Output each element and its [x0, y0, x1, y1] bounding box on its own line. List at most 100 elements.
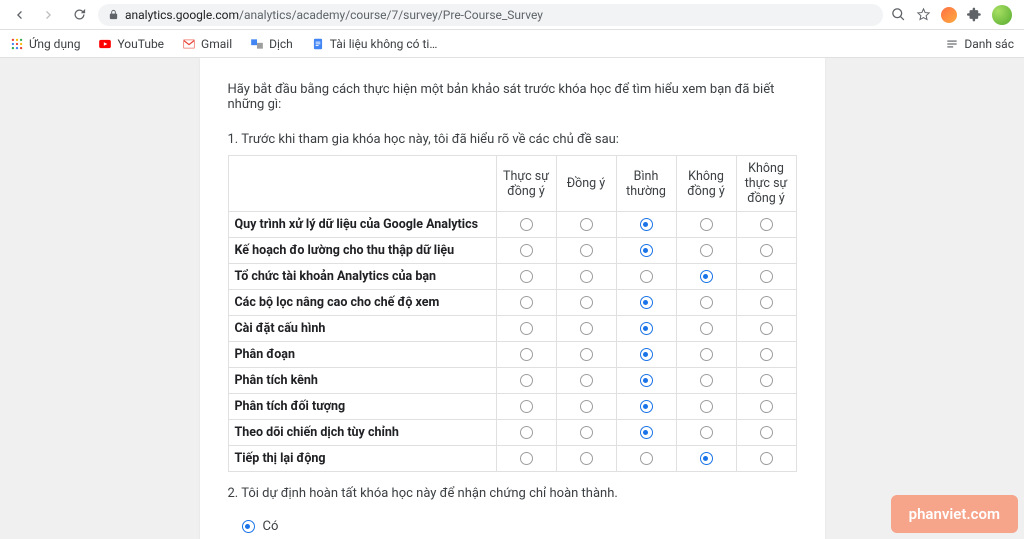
matrix-cell[interactable] — [496, 316, 556, 342]
back-button[interactable] — [8, 4, 30, 26]
matrix-cell[interactable] — [556, 368, 616, 394]
radio-option[interactable] — [760, 374, 773, 387]
radio-option[interactable] — [520, 374, 533, 387]
matrix-cell[interactable] — [496, 368, 556, 394]
matrix-cell[interactable] — [496, 420, 556, 446]
radio-option[interactable] — [700, 426, 713, 439]
matrix-cell[interactable] — [676, 264, 736, 290]
radio-option[interactable] — [700, 218, 713, 231]
radio-option[interactable] — [760, 218, 773, 231]
matrix-cell[interactable] — [556, 264, 616, 290]
matrix-cell[interactable] — [496, 290, 556, 316]
matrix-cell[interactable] — [556, 394, 616, 420]
matrix-cell[interactable] — [616, 264, 676, 290]
matrix-cell[interactable] — [556, 238, 616, 264]
matrix-cell[interactable] — [736, 212, 796, 238]
radio-option[interactable] — [520, 244, 533, 257]
radio-option[interactable] — [520, 296, 533, 309]
matrix-cell[interactable] — [676, 368, 736, 394]
radio-option[interactable] — [580, 426, 593, 439]
matrix-cell[interactable] — [736, 420, 796, 446]
radio-option[interactable] — [520, 452, 533, 465]
radio-option[interactable] — [580, 348, 593, 361]
matrix-cell[interactable] — [676, 342, 736, 368]
radio-option[interactable] — [580, 270, 593, 283]
bookmark-youtube[interactable]: YouTube — [98, 37, 164, 51]
radio-option[interactable] — [640, 374, 653, 387]
radio-option[interactable] — [700, 348, 713, 361]
star-icon[interactable] — [916, 7, 931, 22]
bookmark-list[interactable]: Danh sác — [945, 37, 1014, 51]
bookmark-gmail[interactable]: Gmail — [182, 37, 232, 51]
radio-option[interactable] — [760, 348, 773, 361]
radio-option[interactable] — [580, 218, 593, 231]
search-icon[interactable] — [891, 7, 906, 22]
radio-option[interactable] — [760, 270, 773, 283]
matrix-cell[interactable] — [556, 446, 616, 472]
matrix-cell[interactable] — [736, 368, 796, 394]
matrix-cell[interactable] — [496, 446, 556, 472]
matrix-cell[interactable] — [616, 446, 676, 472]
matrix-cell[interactable] — [616, 394, 676, 420]
radio-option[interactable] — [760, 244, 773, 257]
radio-option[interactable] — [580, 452, 593, 465]
radio-option[interactable] — [520, 426, 533, 439]
radio-option[interactable] — [700, 400, 713, 413]
matrix-cell[interactable] — [736, 290, 796, 316]
radio-option[interactable] — [580, 374, 593, 387]
matrix-cell[interactable] — [736, 446, 796, 472]
radio-option[interactable] — [580, 244, 593, 257]
matrix-cell[interactable] — [616, 368, 676, 394]
matrix-cell[interactable] — [676, 212, 736, 238]
radio-option[interactable] — [700, 270, 713, 283]
radio-option[interactable] — [760, 296, 773, 309]
radio-option[interactable] — [640, 400, 653, 413]
radio-option[interactable] — [520, 400, 533, 413]
radio-row[interactable]: Có — [242, 519, 797, 534]
radio-option[interactable] — [640, 348, 653, 361]
forward-button[interactable] — [38, 4, 60, 26]
matrix-cell[interactable] — [616, 238, 676, 264]
radio-option[interactable] — [700, 296, 713, 309]
extension-icon-1[interactable] — [941, 7, 957, 23]
matrix-cell[interactable] — [676, 394, 736, 420]
matrix-cell[interactable] — [496, 212, 556, 238]
radio-option[interactable] — [640, 426, 653, 439]
radio-option[interactable] — [580, 322, 593, 335]
matrix-cell[interactable] — [736, 316, 796, 342]
matrix-cell[interactable] — [676, 420, 736, 446]
reload-button[interactable] — [68, 4, 90, 26]
radio-option[interactable] — [700, 452, 713, 465]
extensions-icon[interactable] — [967, 7, 982, 22]
matrix-cell[interactable] — [676, 238, 736, 264]
radio-option[interactable] — [760, 322, 773, 335]
matrix-cell[interactable] — [496, 342, 556, 368]
matrix-cell[interactable] — [616, 290, 676, 316]
radio-option[interactable] — [760, 426, 773, 439]
matrix-cell[interactable] — [496, 238, 556, 264]
matrix-cell[interactable] — [616, 420, 676, 446]
matrix-cell[interactable] — [616, 212, 676, 238]
matrix-cell[interactable] — [556, 342, 616, 368]
radio-option[interactable] — [520, 348, 533, 361]
matrix-cell[interactable] — [736, 394, 796, 420]
matrix-cell[interactable] — [556, 316, 616, 342]
matrix-cell[interactable] — [496, 394, 556, 420]
matrix-cell[interactable] — [736, 342, 796, 368]
matrix-cell[interactable] — [556, 420, 616, 446]
radio-option[interactable] — [520, 218, 533, 231]
radio-option[interactable] — [760, 400, 773, 413]
radio-option[interactable] — [640, 218, 653, 231]
radio-option[interactable] — [640, 296, 653, 309]
radio-option[interactable] — [700, 322, 713, 335]
matrix-cell[interactable] — [616, 316, 676, 342]
radio-option[interactable] — [242, 520, 255, 533]
radio-option[interactable] — [760, 452, 773, 465]
radio-option[interactable] — [640, 270, 653, 283]
radio-option[interactable] — [700, 244, 713, 257]
bookmark-doc[interactable]: Tài liệu không có ti… — [311, 37, 438, 51]
bookmark-dich[interactable]: Dịch — [250, 37, 293, 51]
radio-option[interactable] — [640, 452, 653, 465]
profile-avatar[interactable] — [992, 5, 1012, 25]
matrix-cell[interactable] — [556, 212, 616, 238]
